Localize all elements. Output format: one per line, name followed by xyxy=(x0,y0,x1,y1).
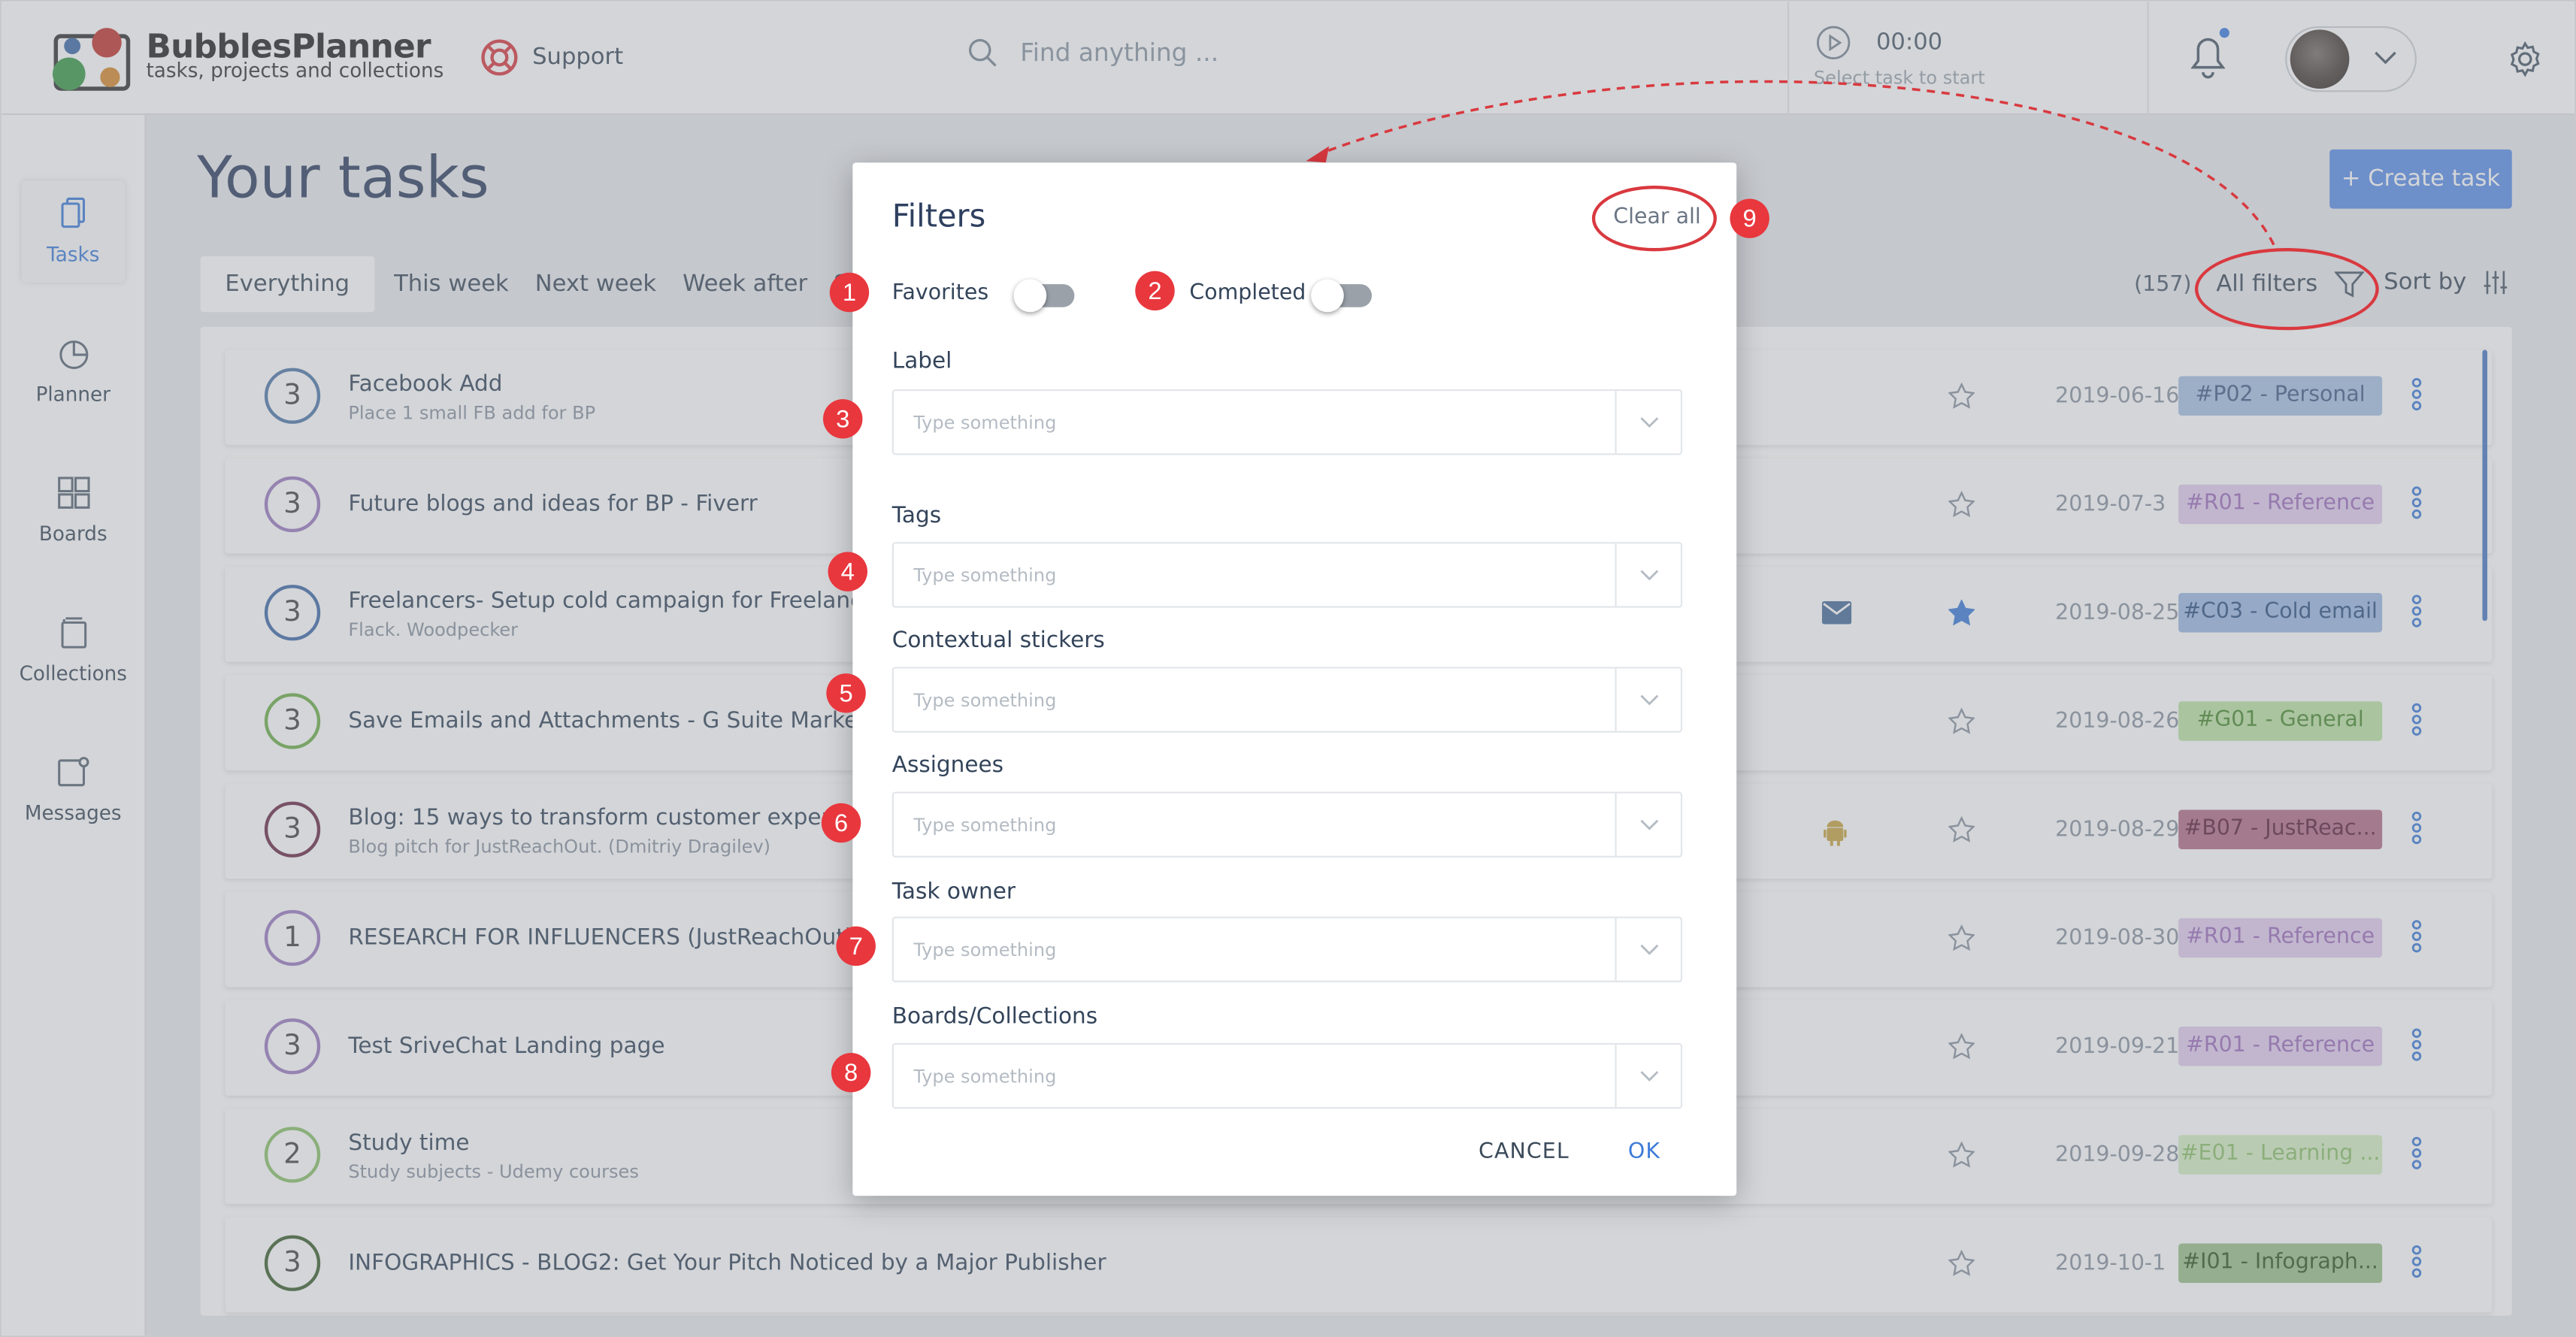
app-window: BubblesPlanner tasks, projects and colle… xyxy=(0,0,2576,1337)
filter-select-tags[interactable] xyxy=(891,542,1683,608)
annotation-badge: 6 xyxy=(821,803,861,843)
annotation-badge: 5 xyxy=(826,673,866,713)
filter-input[interactable] xyxy=(893,391,1617,454)
filters-title: Filters xyxy=(891,198,986,235)
filter-select-assignees[interactable] xyxy=(891,791,1683,858)
annotation-badge: 9 xyxy=(1730,198,1769,238)
filter-field-label: Tags xyxy=(891,502,942,529)
dropdown-toggle[interactable] xyxy=(1615,543,1680,606)
all-filters-highlight-ring xyxy=(2194,248,2379,331)
annotation-badge: 7 xyxy=(836,926,876,966)
clear-all-highlight-ring xyxy=(1591,185,1717,252)
dropdown-toggle[interactable] xyxy=(1615,793,1680,856)
dropdown-toggle[interactable] xyxy=(1615,391,1680,454)
cancel-button[interactable]: CANCEL xyxy=(1479,1140,1570,1165)
chevron-down-icon xyxy=(1639,1071,1658,1082)
annotation-badge: 4 xyxy=(828,552,867,591)
annotation-badge: 1 xyxy=(829,272,870,313)
filter-field-label: Task owner xyxy=(891,879,1016,906)
annotation-badge: 2 xyxy=(1135,271,1175,311)
dropdown-toggle[interactable] xyxy=(1615,1045,1680,1108)
filters-dialog: Filters Clear all Favorites Completed La… xyxy=(852,162,1737,1196)
filter-field-label: Boards/Collections xyxy=(891,1003,1098,1030)
dropdown-toggle[interactable] xyxy=(1615,918,1680,981)
filter-input[interactable] xyxy=(893,668,1617,731)
chevron-down-icon xyxy=(1639,944,1658,955)
dropdown-toggle[interactable] xyxy=(1615,668,1680,731)
chevron-down-icon xyxy=(1639,570,1658,581)
filter-select-label[interactable] xyxy=(891,389,1683,455)
filter-select-task-owner[interactable] xyxy=(891,916,1683,982)
completed-label: Completed xyxy=(1189,280,1306,306)
completed-toggle[interactable] xyxy=(1311,279,1372,313)
favorites-toggle[interactable] xyxy=(1013,279,1075,313)
annotation-badge: 3 xyxy=(822,399,863,439)
filter-input[interactable] xyxy=(893,543,1617,606)
filter-field-label: Assignees xyxy=(891,752,1004,779)
filter-field-label: Label xyxy=(891,348,952,375)
filter-input[interactable] xyxy=(893,1045,1617,1108)
filter-field-label: Contextual stickers xyxy=(891,627,1105,654)
favorites-label: Favorites xyxy=(891,280,989,306)
chevron-down-icon xyxy=(1639,819,1658,830)
filter-select-boards-collections[interactable] xyxy=(891,1042,1683,1109)
annotation-badge: 8 xyxy=(831,1052,871,1093)
ok-button[interactable]: OK xyxy=(1628,1140,1660,1165)
filter-input[interactable] xyxy=(893,918,1617,981)
chevron-down-icon xyxy=(1639,417,1658,428)
filter-input[interactable] xyxy=(893,793,1617,856)
chevron-down-icon xyxy=(1639,694,1658,706)
filter-select-contextual-stickers[interactable] xyxy=(891,667,1683,733)
